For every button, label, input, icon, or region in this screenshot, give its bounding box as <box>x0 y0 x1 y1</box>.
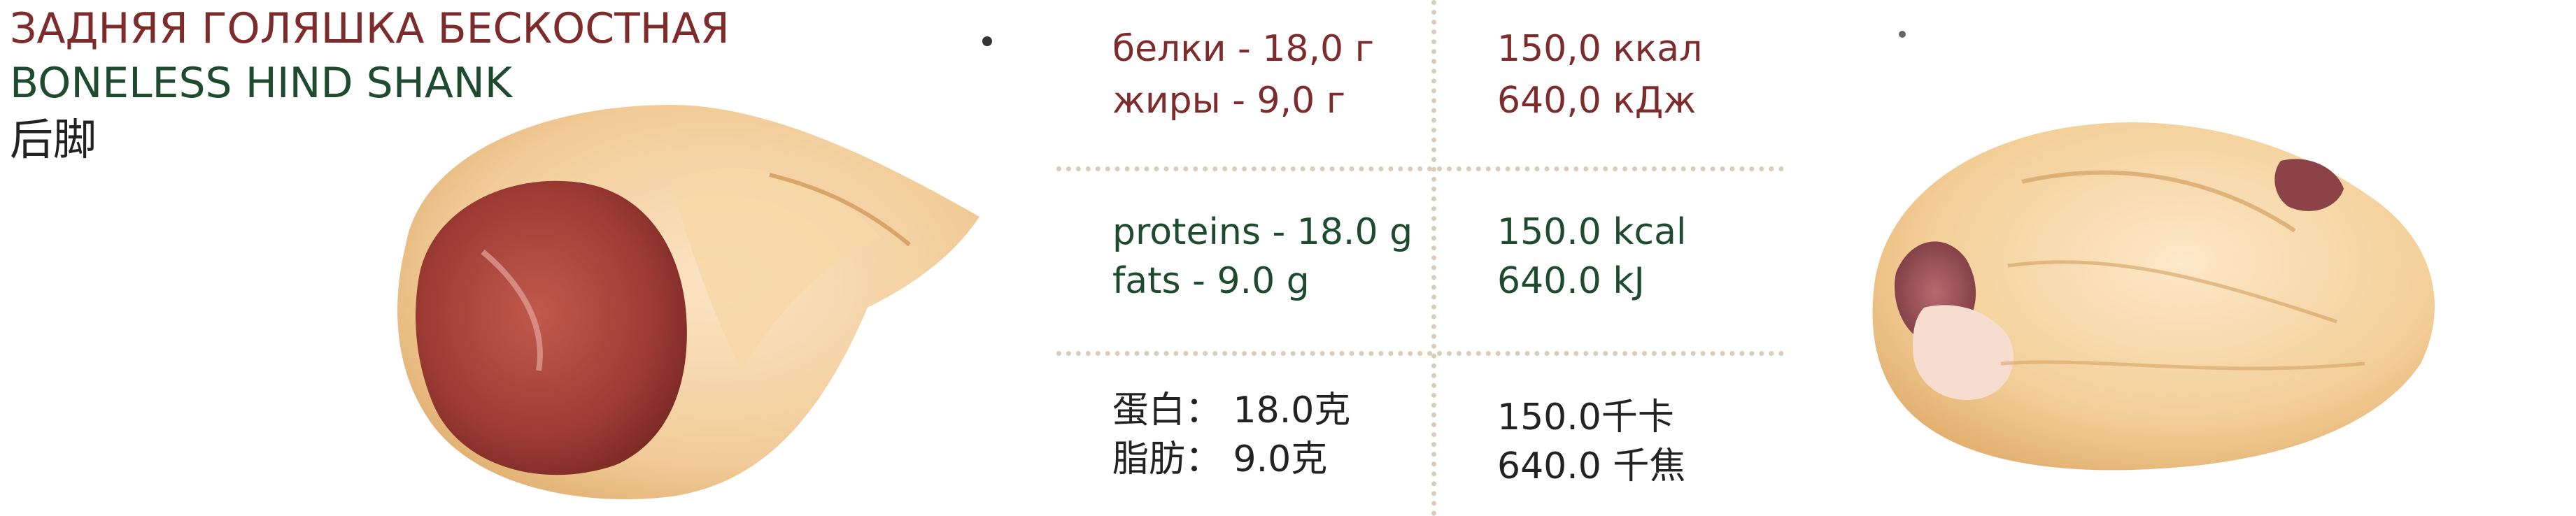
meat-photo-left <box>378 77 993 510</box>
kcal-en: 150.0 kcal <box>1497 211 1687 253</box>
product-title-russian: ЗАДНЯЯ ГОЛЯШКА БЕСКОСТНАЯ <box>10 4 730 53</box>
proteins-zh: 蛋白： 18.0克 <box>1112 389 1351 431</box>
kj-en: 640.0 kJ <box>1497 260 1645 302</box>
speck <box>1899 31 1906 38</box>
product-title-chinese: 后脚 <box>10 114 97 165</box>
row-divider-1 <box>1056 166 1784 171</box>
fats-zh: 脂肪： 9.0克 <box>1112 438 1328 480</box>
kcal-zh: 150.0千卡 <box>1497 396 1674 438</box>
fats-ru: жиры - 9,0 г <box>1112 80 1346 122</box>
speck <box>982 36 992 46</box>
kj-ru: 640,0 кДж <box>1497 80 1697 122</box>
kcal-ru: 150,0 ккал <box>1497 28 1703 70</box>
fats-en: fats - 9.0 g <box>1112 260 1310 302</box>
meat-photo-right <box>1847 98 2463 489</box>
proteins-ru: белки - 18,0 г <box>1112 28 1374 70</box>
kj-zh: 640.0 千焦 <box>1497 445 1686 487</box>
vertical-divider <box>1431 0 1436 516</box>
proteins-en: proteins - 18.0 g <box>1112 211 1413 253</box>
row-divider-2 <box>1056 351 1784 356</box>
